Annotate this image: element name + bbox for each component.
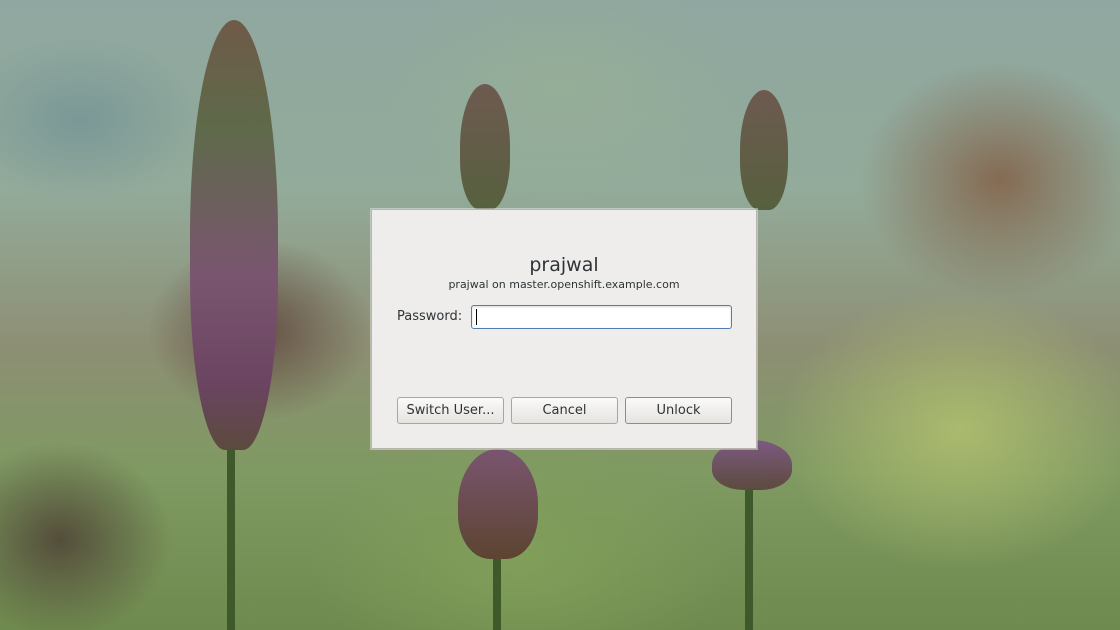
flower-spike-right-top	[740, 90, 788, 210]
user-host-line: prajwal on master.openshift.example.com	[448, 278, 680, 291]
flower-spike-middle-bottom	[458, 449, 538, 559]
plant-stem-left	[227, 430, 235, 630]
password-label: Password:	[397, 309, 463, 324]
lock-screen-background: prajwal prajwal on master.openshift.exam…	[0, 0, 1120, 630]
switch-user-button[interactable]: Switch User...	[397, 397, 504, 424]
unlock-dialog: prajwal prajwal on master.openshift.exam…	[371, 209, 757, 449]
unlock-button[interactable]: Unlock	[625, 397, 732, 424]
flower-spike-middle-top	[460, 84, 510, 210]
user-name: prajwal	[529, 254, 599, 276]
flower-spike-left	[190, 20, 278, 450]
cancel-button[interactable]: Cancel	[511, 397, 618, 424]
password-field[interactable]	[471, 305, 732, 329]
text-cursor	[476, 309, 477, 325]
